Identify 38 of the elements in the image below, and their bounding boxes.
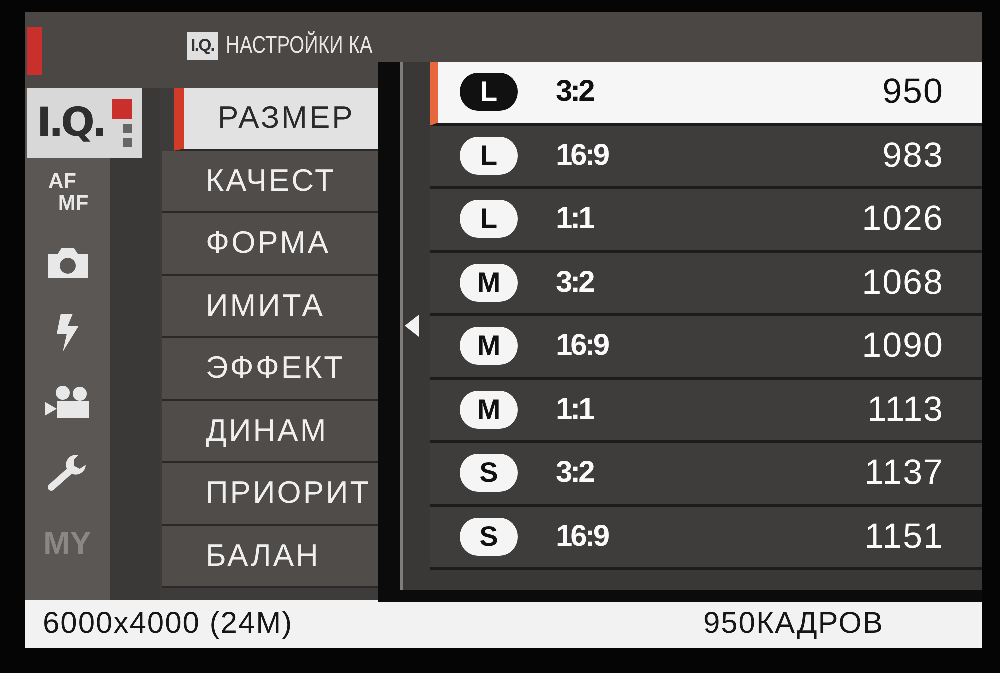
size-badge: S: [460, 518, 518, 556]
aspect-ratio: 1:1: [556, 202, 594, 236]
size-option[interactable]: S 16:9 1151: [430, 506, 982, 570]
frame-count: 983: [882, 136, 944, 176]
aspect-ratio: 16:9: [556, 520, 608, 554]
size-badge: S: [460, 454, 518, 492]
size-option[interactable]: L 1:1 1026: [430, 189, 982, 252]
size-badge: L: [460, 136, 518, 175]
size-badge: L: [460, 73, 518, 112]
aspect-ratio: 3:2: [556, 266, 594, 300]
aspect-ratio: 16:9: [556, 138, 608, 173]
aspect-ratio: 16:9: [556, 329, 608, 364]
size-option[interactable]: M 16:9 1090: [430, 316, 982, 380]
image-quality-tab[interactable]: I.Q.: [27, 88, 142, 158]
frame-count: 1151: [864, 516, 944, 557]
size-option[interactable]: L 16:9 983: [430, 126, 982, 189]
aspect-ratio: 3:2: [556, 75, 594, 110]
size-option[interactable]: M 3:2 1068: [430, 252, 982, 316]
frame-count: 1090: [862, 326, 944, 366]
focus-mode-tab[interactable]: AF MF: [25, 158, 110, 228]
aspect-ratio: 1:1: [556, 392, 594, 427]
size-badge: M: [460, 327, 518, 366]
frame-count: 1026: [862, 199, 944, 240]
image-resolution: 6000x4000 (24M): [43, 607, 294, 641]
size-badge: M: [460, 264, 518, 302]
size-option[interactable]: M 1:1 1113: [430, 380, 982, 443]
frame-count: 1113: [867, 390, 944, 430]
frames-remaining: 950КАДРОВ: [703, 607, 884, 641]
frame-count: 950: [882, 72, 944, 112]
aspect-ratio: 3:2: [556, 456, 594, 490]
size-badge: L: [460, 200, 518, 238]
size-option[interactable]: S 3:2 1137: [430, 443, 982, 506]
size-badge: M: [460, 390, 518, 429]
image-quality-badge: I.Q.: [187, 32, 218, 60]
frame-count: 1137: [864, 453, 944, 494]
size-option[interactable]: L 3:2 950: [430, 62, 982, 126]
frame-count: 1068: [862, 262, 944, 303]
menu-title: НАСТРОЙКИ КА: [226, 32, 374, 60]
